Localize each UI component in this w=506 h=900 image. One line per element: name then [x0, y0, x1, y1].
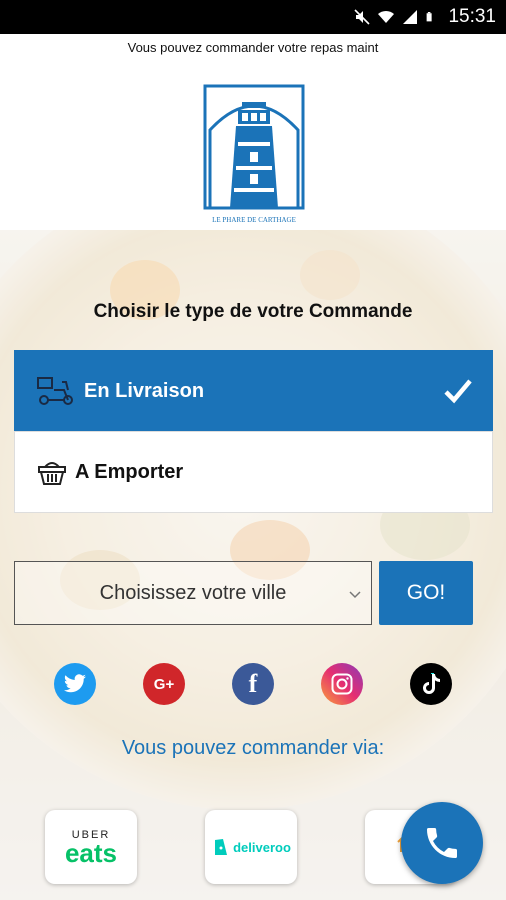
deliveroo-label: deliveroo: [233, 839, 291, 855]
partners-title: Vous pouvez commander via:: [121, 737, 385, 759]
basket-icon: [35, 456, 69, 488]
tiktok-icon[interactable]: [410, 663, 452, 705]
go-button[interactable]: GO!: [379, 561, 473, 625]
signal-icon: [403, 10, 418, 24]
twitter-icon[interactable]: [54, 663, 96, 705]
instagram-icon[interactable]: [321, 663, 363, 705]
deliveroo-icon: [215, 839, 228, 855]
battery-icon: [427, 12, 433, 22]
phone-icon: [427, 828, 457, 858]
city-select-value: Choisissez votre ville: [99, 581, 287, 604]
google-plus-icon[interactable]: G+: [143, 663, 185, 705]
clock: 15:31: [448, 6, 496, 27]
call-button[interactable]: [401, 802, 483, 884]
option-takeaway[interactable]: A Emporter: [14, 431, 493, 513]
deliveroo-button[interactable]: deliveroo: [205, 810, 297, 884]
chevron-down-icon: [349, 591, 361, 599]
delivery-scooter-icon: [34, 375, 78, 407]
check-icon: [444, 379, 472, 404]
order-type-title: Choisir le type de votre Commande: [93, 301, 413, 322]
logo-caption: LE PHARE DE CARTHAGE: [212, 216, 296, 224]
uber-eats-line2: eats: [64, 838, 118, 868]
uber-eats-button[interactable]: UBER eats: [45, 810, 137, 884]
option-delivery[interactable]: En Livraison: [14, 350, 493, 432]
mute-icon: [354, 9, 371, 25]
status-bar: 15:31: [0, 0, 506, 34]
logo: LE PHARE DE CARTHAGE: [198, 80, 310, 226]
city-select[interactable]: Choisissez votre ville: [14, 561, 372, 625]
wifi-icon: [378, 10, 395, 23]
option-delivery-label: En Livraison: [84, 379, 205, 402]
marquee-text: Vous pouvez commander votre repas maint: [127, 40, 379, 55]
option-takeaway-label: A Emporter: [75, 460, 184, 483]
facebook-icon[interactable]: f: [232, 663, 274, 705]
lighthouse-logo-icon: LE PHARE DE CARTHAGE: [203, 84, 305, 224]
